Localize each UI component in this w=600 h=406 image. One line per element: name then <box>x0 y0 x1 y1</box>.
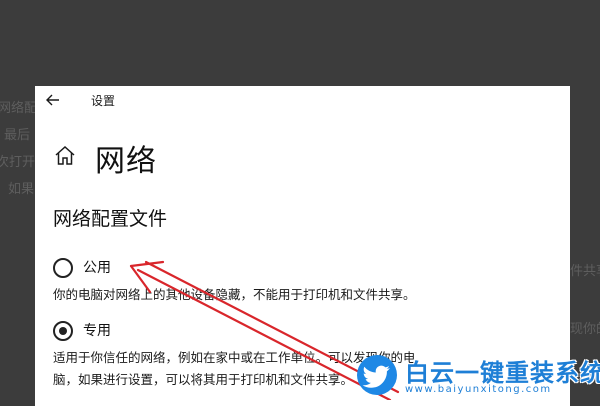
section-title: 网络配置文件 <box>53 208 168 230</box>
back-arrow-icon <box>46 94 59 106</box>
background-text: 件共享 <box>570 264 600 279</box>
title-bar: 设置 <box>35 86 570 114</box>
background-text: 如果 <box>8 182 35 197</box>
radio-label: 专用 <box>83 323 111 339</box>
radio-private[interactable]: 专用 <box>53 319 153 343</box>
radio-dot <box>59 327 67 335</box>
watermark-brand: 白云一键重装系统 <box>405 359 600 387</box>
background-text: 现你的 <box>570 322 600 337</box>
back-button[interactable] <box>43 90 63 110</box>
watermark-logo: 白云一键重装系统 www.baiyunxitong.com <box>355 353 600 400</box>
radio-public[interactable]: 公用 <box>53 256 153 280</box>
description-line: 你的电脑对网络上的其他设备隐藏，不能用于打印机和文件共享。 <box>53 287 416 302</box>
radio-public-description: 你的电脑对网络上的其他设备隐藏，不能用于打印机和文件共享。 <box>53 284 416 306</box>
radio-selected-icon <box>53 321 73 341</box>
home-button[interactable] <box>53 144 77 168</box>
page-title: 网络 <box>95 144 157 179</box>
watermark-url: www.baiyunxitong.com <box>405 384 552 395</box>
twitter-bird-icon <box>357 355 397 395</box>
home-icon <box>55 145 75 165</box>
background-text: 次打开 <box>0 155 36 170</box>
radio-circle-icon <box>53 258 73 278</box>
radio-label: 公用 <box>83 260 111 276</box>
background-text: 网络配 <box>0 101 38 116</box>
window-title: 设置 <box>91 94 116 108</box>
background-text: 最后 <box>4 128 31 143</box>
